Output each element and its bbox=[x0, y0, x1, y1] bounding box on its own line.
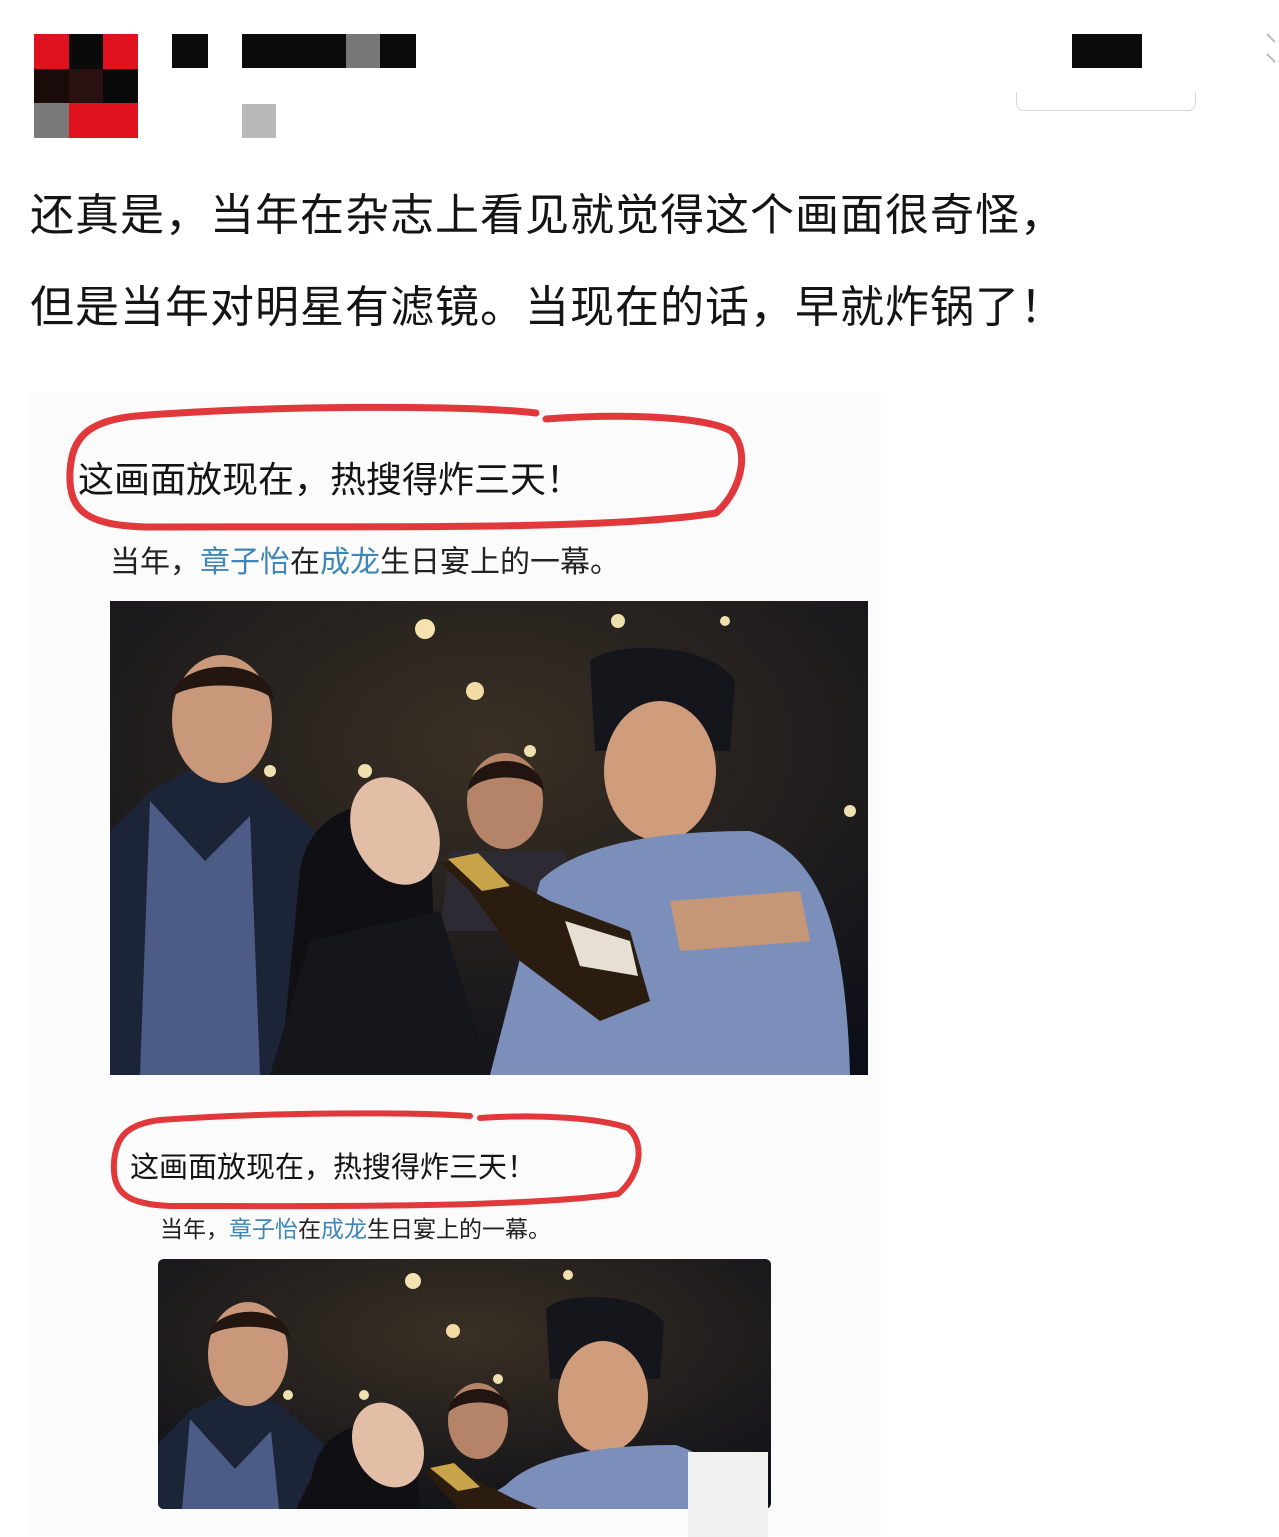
caption-suffix: 生日宴上的一幕。 bbox=[380, 545, 620, 580]
follow-button-redacted[interactable] bbox=[1072, 34, 1142, 68]
post-text: 还真是，当年在杂志上看见就觉得这个画面很奇怪， 但是当年对明星有滤镜。当现在的话… bbox=[30, 170, 1260, 354]
person-name-link[interactable]: 章子怡 bbox=[229, 1217, 298, 1243]
avatar[interactable] bbox=[34, 34, 138, 138]
caption-suffix: 生日宴上的一幕。 bbox=[367, 1217, 551, 1243]
caption-prefix: 当年， bbox=[160, 1217, 229, 1243]
username-redacted-2[interactable] bbox=[242, 34, 346, 68]
caption-mid: 在 bbox=[298, 1217, 321, 1243]
chevron-down-icon[interactable] bbox=[1264, 26, 1278, 66]
user-badge-redacted bbox=[242, 104, 276, 138]
person-name-link[interactable]: 成龙 bbox=[320, 545, 380, 580]
party-photo-2 bbox=[158, 1259, 771, 1509]
username-redacted[interactable] bbox=[172, 34, 208, 68]
watermark-patch bbox=[688, 1452, 768, 1537]
post-text-line-2: 但是当年对明星有滤镜。当现在的话，早就炸锅了！ bbox=[30, 282, 1065, 333]
attached-image[interactable]: 这画面放现在，热搜得炸三天！ 当年，章子怡在成龙生日宴上的一幕。 这画面放现在，… bbox=[28, 393, 881, 1535]
caption-prefix: 当年， bbox=[110, 545, 200, 580]
caption-mid: 在 bbox=[290, 545, 320, 580]
username-redacted-3 bbox=[346, 34, 380, 68]
caption-2: 当年，章子怡在成龙生日宴上的一幕。 bbox=[160, 1210, 551, 1244]
headline-1: 这画面放现在，热搜得炸三天！ bbox=[78, 460, 583, 501]
follow-pill-outline bbox=[1016, 92, 1196, 111]
party-photo-1 bbox=[110, 601, 868, 1075]
headline-2: 这画面放现在，热搜得炸三天！ bbox=[130, 1150, 537, 1184]
caption-1: 当年，章子怡在成龙生日宴上的一幕。 bbox=[110, 537, 620, 581]
post-text-line-1: 还真是，当年在杂志上看见就觉得这个画面很奇怪， bbox=[30, 190, 1065, 241]
username-redacted-4 bbox=[380, 34, 416, 68]
person-name-link[interactable]: 成龙 bbox=[321, 1217, 367, 1243]
person-name-link[interactable]: 章子怡 bbox=[200, 545, 290, 580]
